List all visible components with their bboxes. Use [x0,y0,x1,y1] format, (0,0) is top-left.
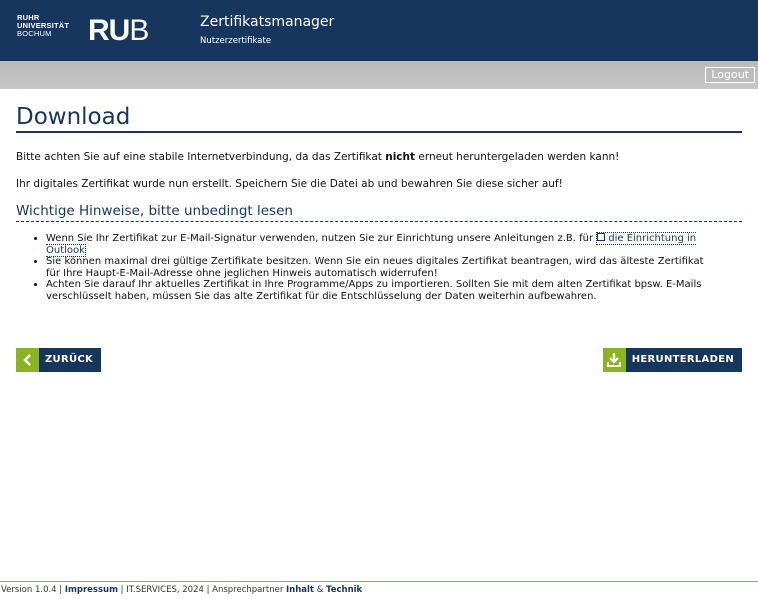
connection-notice: Bitte achten Sie auf eine stabile Intern… [16,150,619,164]
title-divider [16,131,742,133]
hints-heading: Wichtige Hinweise, bitte unbedingt lesen [16,202,742,222]
list-item: Sie können maximal drei gültige Zertifik… [46,256,716,279]
footer-middle: | IT.SERVICES, 2024 | Ansprechpartner [117,585,287,595]
hints-list: Wenn Sie Ihr Zertifikat zur E-Mail-Signa… [16,232,716,302]
contact-content-link[interactable]: Inhalt [286,585,314,595]
certificate-created-notice: Ihr digitales Zertifikat wurde nun erste… [16,178,563,190]
footer-divider [0,581,758,582]
external-link-icon [597,233,606,241]
download-button-label: HERUNTERLADEN [631,354,734,365]
back-button-label: ZURÜCK [45,354,94,365]
logo-line-3: BOCHUM [17,29,52,38]
app-subtitle: Nutzerzertifikate [200,36,272,46]
download-button[interactable]: HERUNTERLADEN [602,348,742,372]
page-title: Download [16,104,131,130]
logo-mark-bold: RU [88,14,130,47]
notice-text-bold: nicht [385,151,416,163]
app-header: RUHR UNIVERSITÄT BOCHUM RUB Zertifikatsm… [0,0,758,61]
university-logo-text: RUHR UNIVERSITÄT BOCHUM [17,14,69,38]
list-item: Achten Sie darauf Ihr aktuelles Zertifik… [46,279,716,302]
rub-logo[interactable]: RUB [88,14,149,47]
footer: Version 1.0.4 | Impressum | IT.SERVICES,… [1,584,362,596]
footer-amp: & [314,585,327,595]
logo-mark-light: B [129,14,149,47]
notice-text-post: erneut heruntergeladen werden kann! [415,151,620,163]
main-content: Download Bitte achten Sie auf eine stabi… [16,89,742,372]
logout-button[interactable]: Logout [705,67,755,83]
impressum-link[interactable]: Impressum [65,585,118,595]
app-title: Zertifikatsmanager [200,14,335,30]
list-item: Wenn Sie Ihr Zertifikat zur E-Mail-Signa… [46,232,716,257]
download-icon [602,348,626,372]
notice-text-pre: Bitte achten Sie auf eine stabile Intern… [16,151,386,163]
toolbar [0,61,758,89]
chevron-left-icon [16,348,39,372]
footer-version: Version 1.0.4 | [1,585,65,595]
back-button[interactable]: ZURÜCK [16,348,102,372]
contact-technik-link[interactable]: Technik [326,585,362,595]
hint-1-text: Wenn Sie Ihr Zertifikat zur E-Mail-Signa… [46,233,597,244]
